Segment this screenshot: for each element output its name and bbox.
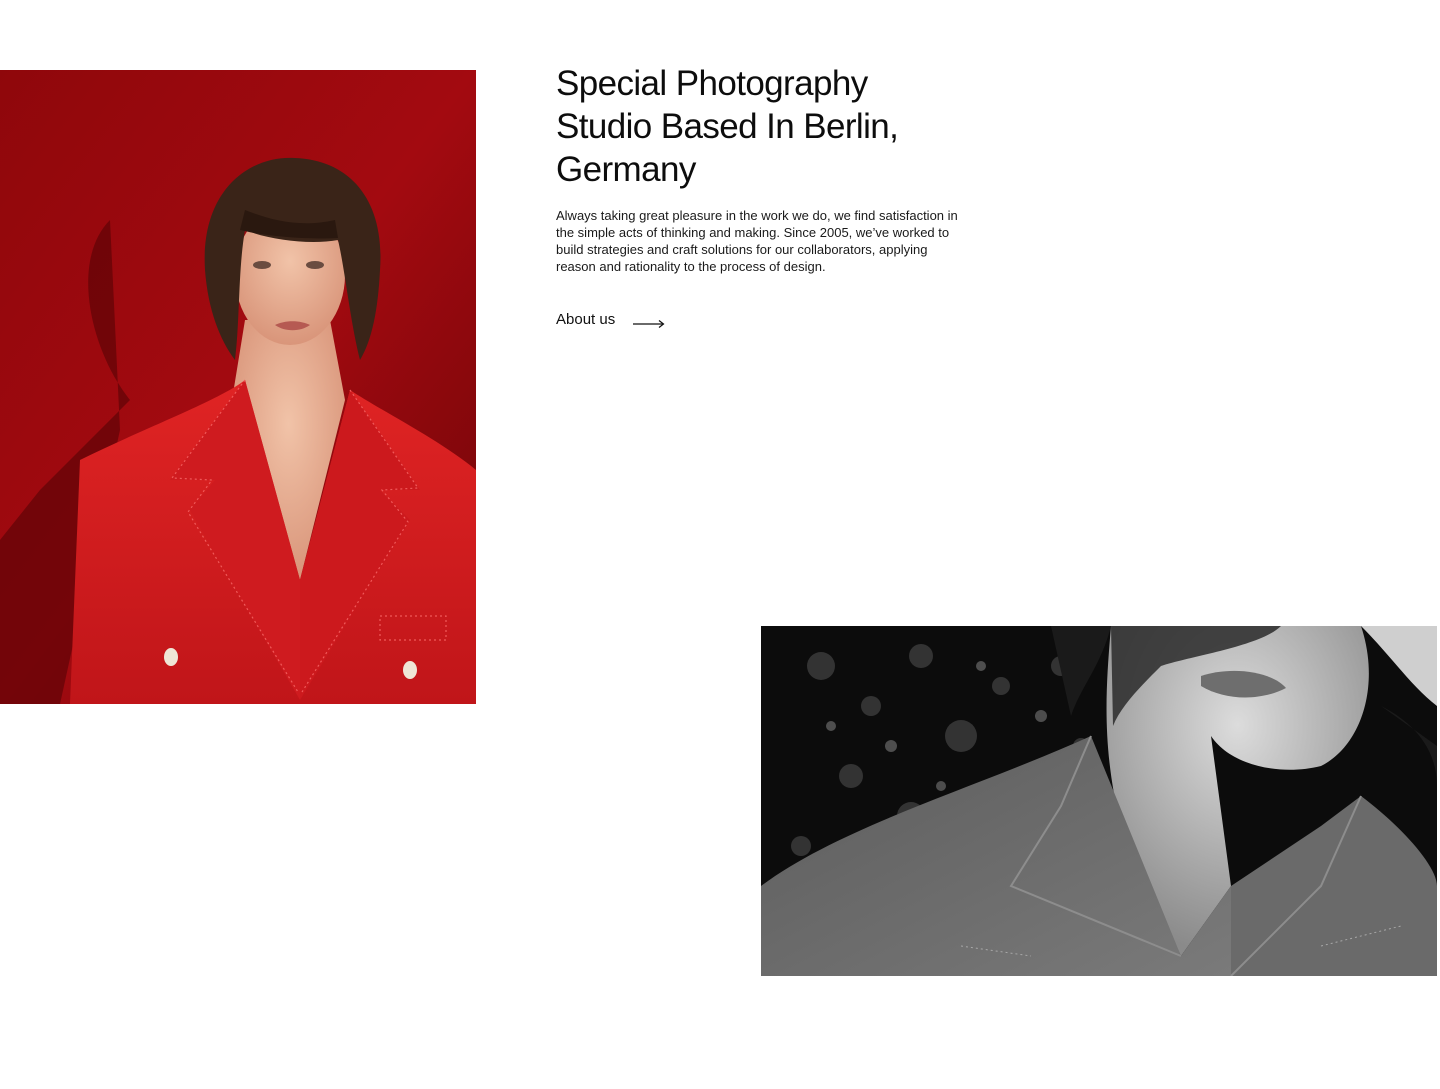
page: Special Photography Studio Based In Berl…	[0, 0, 1440, 1089]
page-title: Special Photography Studio Based In Berl…	[556, 64, 899, 189]
intro-description: Always taking great pleasure in the work…	[556, 208, 958, 274]
portrait-photo-bw-image	[761, 626, 1437, 976]
about-us-link-label: About us	[556, 311, 616, 328]
portrait-photo-bw	[761, 626, 1437, 976]
intro-section: Special Photography Studio Based In Berl…	[556, 62, 976, 330]
arrow-right-icon	[633, 315, 665, 328]
portrait-photo-red-image	[0, 70, 476, 704]
about-us-link[interactable]: About us	[556, 310, 665, 330]
portrait-photo-red	[0, 70, 476, 704]
